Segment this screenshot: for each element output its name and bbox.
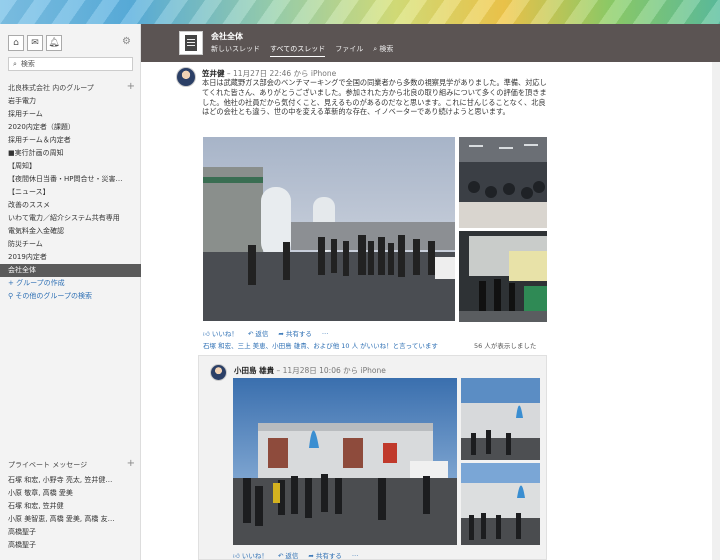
reply-photo-side-1[interactable]: [461, 378, 540, 460]
browse-groups-link[interactable]: ⚲ その他のグループの検索: [0, 290, 141, 303]
bell-icon[interactable]: 🔔︎: [46, 35, 62, 51]
group-item[interactable]: 電気料金入金確認: [0, 225, 141, 238]
tab-new-threads[interactable]: 新しいスレッド: [211, 44, 260, 57]
message-item[interactable]: 高橋聖子: [0, 526, 141, 539]
share-button[interactable]: ➦ 共有する: [278, 328, 312, 338]
group-item[interactable]: ■実行計画の周知: [0, 147, 141, 160]
group-item-active[interactable]: 会社全体: [0, 264, 141, 277]
messages-header: プライベート メッセージ +: [8, 459, 135, 470]
avatar[interactable]: [176, 67, 196, 87]
groups-header: 北良株式会社 内のグループ +: [8, 82, 135, 93]
group-item[interactable]: いわて電力／紹介システム共有専用: [0, 212, 141, 225]
share-label: 共有する: [315, 552, 342, 560]
group-item[interactable]: 採用チーム: [0, 108, 141, 121]
post-meta: – 11月27日 22:46 から iPhone: [226, 69, 337, 78]
share-button[interactable]: ➦ 共有する: [308, 550, 342, 560]
views-count: 56 人が表示しました: [474, 342, 537, 350]
group-item[interactable]: 【ニュース】: [0, 186, 141, 199]
feed-scrollbar[interactable]: [712, 62, 720, 560]
reply-label: 返信: [285, 552, 299, 560]
reply-author[interactable]: 小田島 雄貴: [234, 366, 274, 375]
create-group-link[interactable]: + グループの作成: [0, 277, 141, 290]
tab-all-threads[interactable]: すべてのスレッド: [270, 44, 326, 57]
post-photo-side-1[interactable]: [459, 137, 547, 228]
group-item[interactable]: 岩手電力: [0, 95, 141, 108]
browse-groups-label: その他のグループの検索: [15, 292, 92, 300]
group-item[interactable]: 2019内定者: [0, 251, 141, 264]
thread-tabs: 新しいスレッド すべてのスレッド ファイル ⌕ 検索: [211, 44, 393, 57]
message-list: 石塚 和宏, 小野寺 亮太, 笠井健… 小原 敬章, 高橋 愛美 石塚 和宏, …: [0, 474, 141, 552]
tab-files[interactable]: ファイル: [335, 44, 363, 57]
home-icon[interactable]: ⌂: [8, 35, 24, 51]
reply-button[interactable]: ↶ 返信: [248, 328, 269, 338]
tab-search[interactable]: ⌕ 検索: [373, 44, 393, 57]
share-label: 共有する: [285, 330, 312, 338]
reply-actions: 👍︎ いいね！ ↶ 返信 ➦ 共有する …: [233, 550, 358, 560]
search-placeholder: 検索: [20, 60, 35, 68]
post-actions: 👍︎ いいね！ ↶ 返信 ➦ 共有する …: [203, 328, 328, 338]
message-item[interactable]: 高橋聖子: [0, 539, 141, 552]
reply-meta: – 11月28日 10:06 から iPhone: [276, 366, 386, 375]
top-banner: [0, 0, 720, 24]
more-button[interactable]: …: [352, 550, 359, 560]
like-button[interactable]: 👍︎ いいね！: [203, 328, 238, 338]
add-group-icon[interactable]: +: [127, 82, 135, 93]
messages-header-label: プライベート メッセージ: [8, 461, 88, 469]
group-item[interactable]: 【夜間休日当番・HP問合せ・災害…: [0, 173, 141, 186]
group-title: 会社全体: [211, 32, 243, 41]
group-item[interactable]: 防災チーム: [0, 238, 141, 251]
building-icon: [179, 31, 203, 55]
post-author[interactable]: 笠井健: [202, 69, 225, 78]
sidebar-icon-row: ⌂ ✉ 🔔︎: [8, 35, 62, 51]
post-photo-side-2[interactable]: [459, 231, 547, 322]
group-item[interactable]: 採用チーム＆内定者: [0, 134, 141, 147]
mail-icon[interactable]: ✉: [27, 35, 43, 51]
like-label: いいね！: [241, 552, 268, 560]
gear-icon[interactable]: ⚙: [122, 36, 131, 47]
message-item[interactable]: 石塚 和宏, 小野寺 亮太, 笠井健…: [0, 474, 141, 487]
reply-photo-side-2[interactable]: [461, 463, 540, 545]
message-item[interactable]: 石塚 和宏, 笠井健: [0, 500, 141, 513]
avatar[interactable]: [210, 364, 227, 381]
message-item[interactable]: 小原 敬章, 高橋 愛美: [0, 487, 141, 500]
message-item[interactable]: 小原 美智恵, 高橋 愛美, 高橋 友…: [0, 513, 141, 526]
reply-label: 返信: [255, 330, 269, 338]
like-label: いいね！: [211, 330, 238, 338]
more-button[interactable]: …: [322, 328, 329, 338]
post-body: 本日は武蔵野ガス部会のベンチマーキングで全国の同業者から多数の視察見学がありまし…: [202, 78, 547, 117]
tab-search-label: 検索: [379, 45, 394, 53]
group-item[interactable]: 【周知】: [0, 160, 141, 173]
reply-photo-main[interactable]: [233, 378, 457, 545]
like-button[interactable]: 👍︎ いいね！: [233, 550, 268, 560]
group-list: 岩手電力 採用チーム 2020内定者（課題） 採用チーム＆内定者 ■実行計画の周…: [0, 95, 141, 303]
post-photo-main[interactable]: [203, 137, 455, 321]
likes-summary[interactable]: 石塚 和宏、三上 美恵、小田島 雄貴、および他 10 人 がいいね！と言っていま…: [203, 340, 438, 350]
add-message-icon[interactable]: +: [127, 459, 135, 470]
sidebar: ⌂ ✉ 🔔︎ ⚙ ⌕ 検索 北良株式会社 内のグループ + 岩手電力 採用チーム…: [0, 24, 141, 560]
search-icon: ⌕: [13, 59, 17, 68]
group-header-bar: 会社全体 新しいスレッド すべてのスレッド ファイル ⌕ 検索: [141, 24, 720, 62]
group-item[interactable]: 2020内定者（課題）: [0, 121, 141, 134]
group-item[interactable]: 改善のススメ: [0, 199, 141, 212]
groups-header-label: 北良株式会社 内のグループ: [8, 84, 94, 92]
reply-button[interactable]: ↶ 返信: [278, 550, 299, 560]
sidebar-search-input[interactable]: ⌕ 検索: [8, 57, 133, 71]
reply-author-line: 小田島 雄貴 – 11月28日 10:06 から iPhone: [234, 365, 386, 376]
